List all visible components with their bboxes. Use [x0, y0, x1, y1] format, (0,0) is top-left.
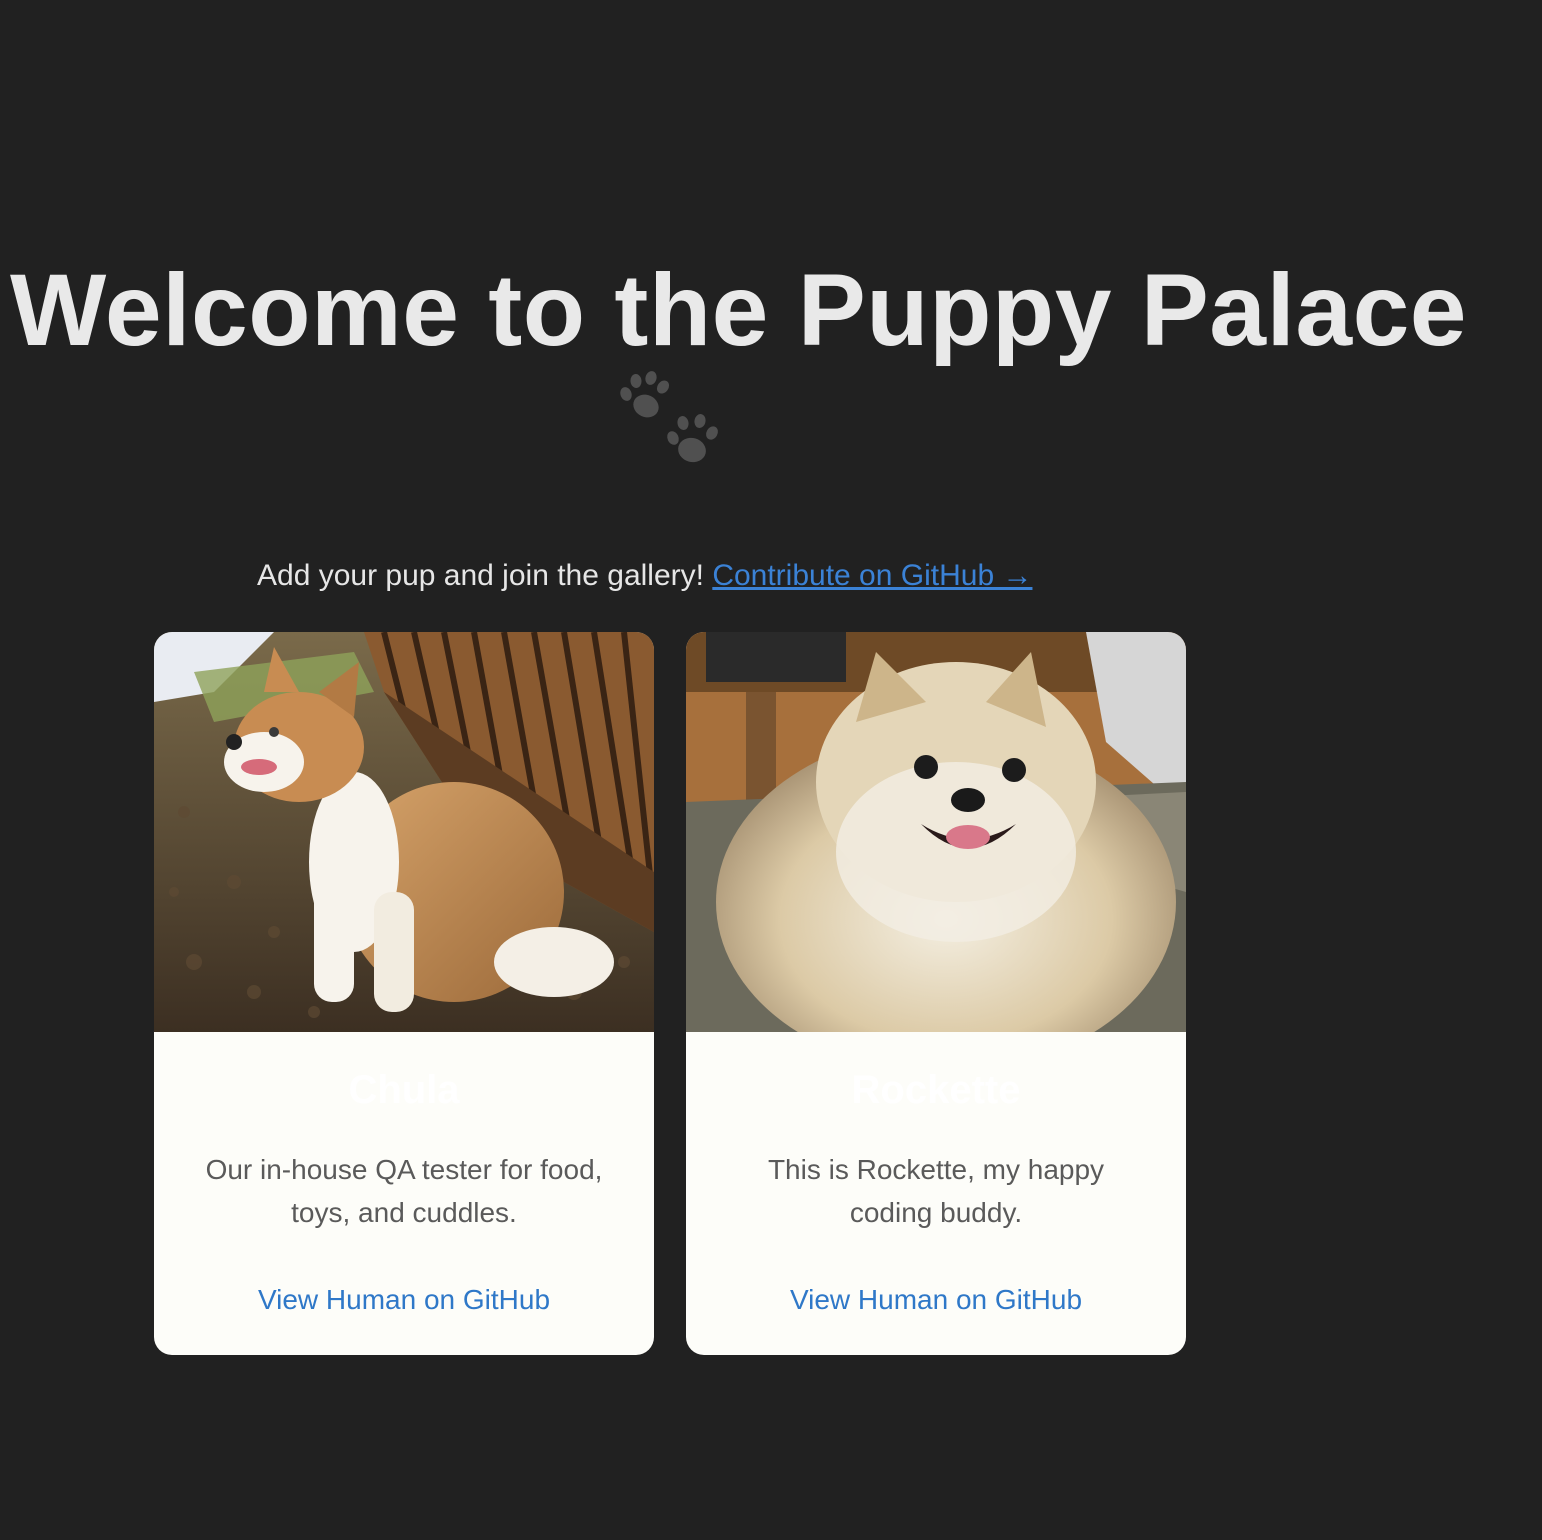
puppy-name: Rockette — [851, 1068, 1021, 1112]
puppy-card: Rockette This is Rockette, my happy codi… — [686, 632, 1186, 1355]
dog-photo — [154, 632, 654, 1032]
page-title: Welcome to the Puppy Palace — [10, 253, 1468, 367]
view-human-link[interactable]: View Human on GitHub — [154, 1280, 654, 1320]
puppy-card: Chula Our in-house QA tester for food, t… — [154, 632, 654, 1355]
tagline: Add your pup and join the gallery! Contr… — [257, 556, 1032, 596]
contribute-link[interactable]: Contribute on GitHub → — [712, 559, 1032, 592]
puppy-description: This is Rockette, my happy coding buddy. — [767, 1154, 1105, 1228]
page: Welcome to the Puppy Palace Add your pup… — [0, 0, 1542, 1540]
puppy-name: Chula — [348, 1068, 460, 1112]
tagline-text: Add your pup and join the gallery! — [257, 559, 704, 592]
dog-photo — [686, 632, 1186, 1032]
paw-prints-icon — [620, 371, 718, 463]
view-human-link[interactable]: View Human on GitHub — [686, 1280, 1186, 1320]
puppy-description: Our in-house QA tester for food, toys, a… — [205, 1154, 603, 1228]
